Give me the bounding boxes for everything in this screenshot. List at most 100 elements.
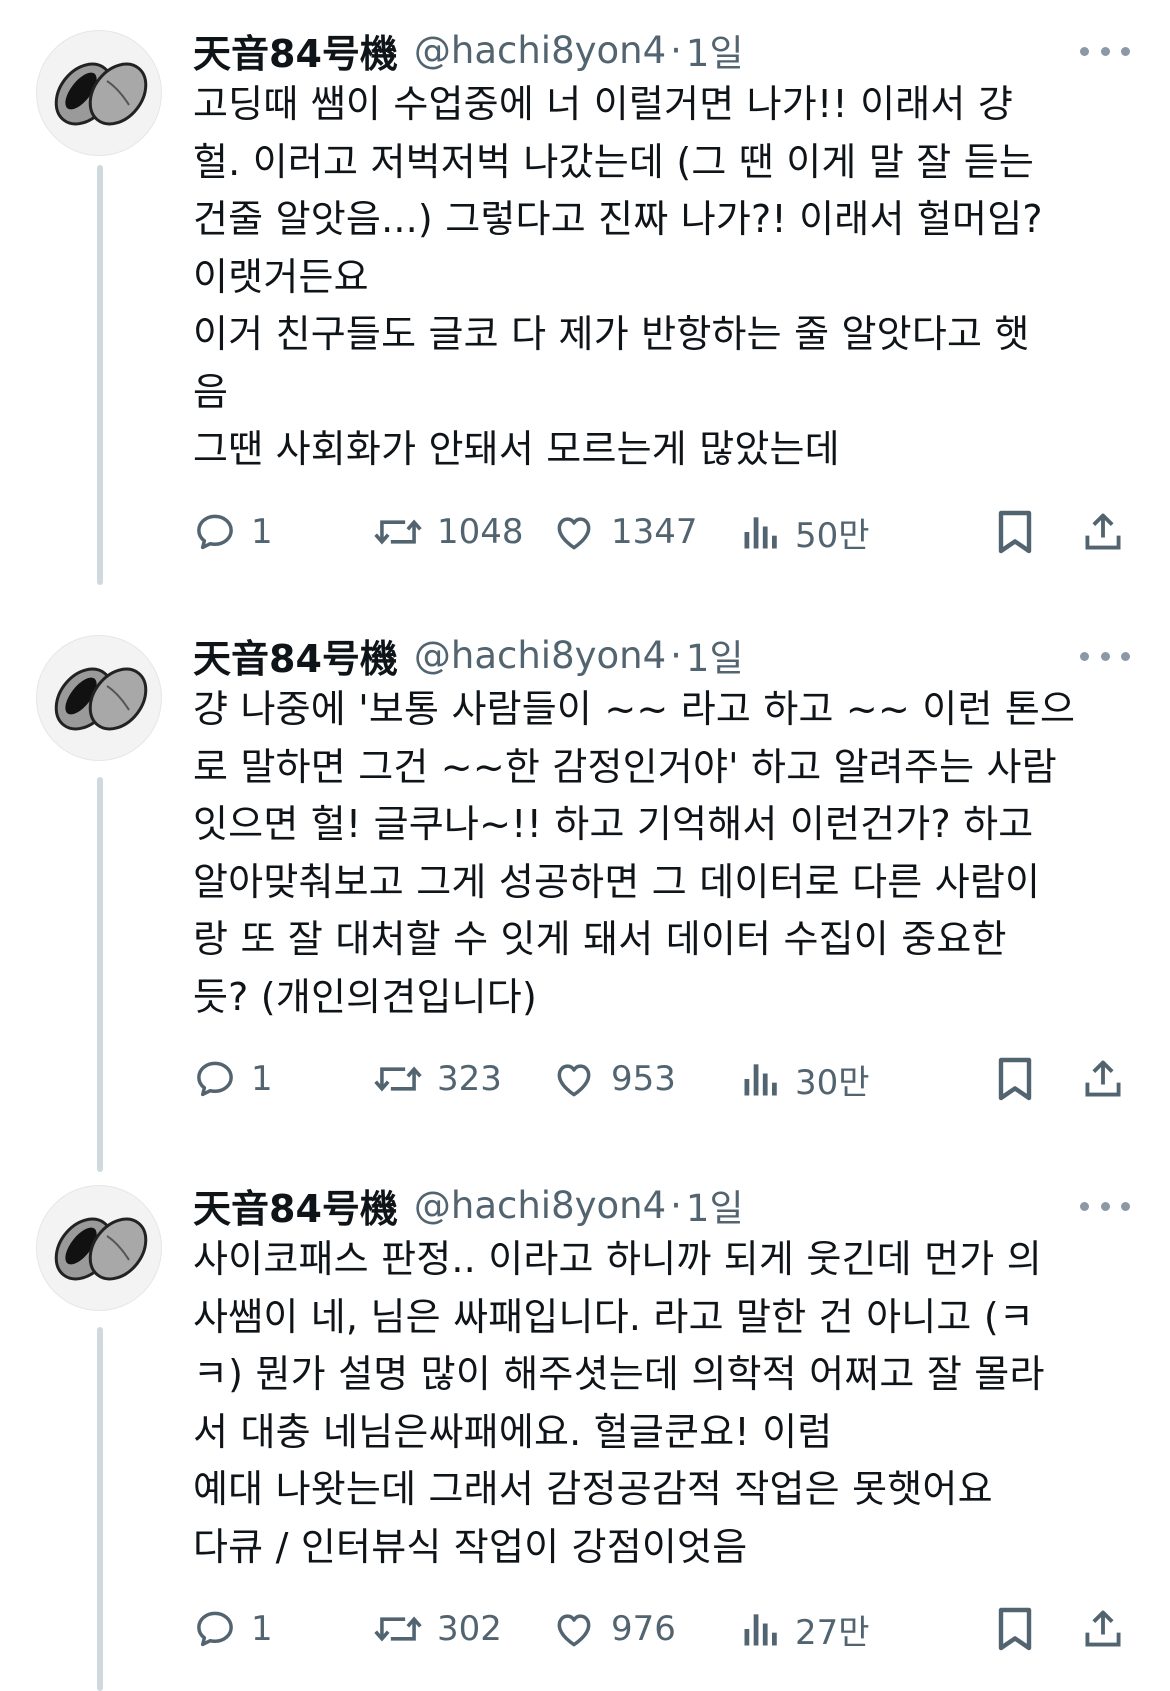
- tweet-text: 걍 나중에 '보통 사람들이 ~~ 라고 하고 ~~ 이런 톤으 로 말하면 그…: [193, 681, 1123, 1026]
- reply-count: 1: [251, 512, 273, 552]
- tweet[interactable]: 天音84号機 @hachi8yon4 · 1일 고딩때 쌤이 수업중에 너 이럴…: [0, 0, 1170, 585]
- separator-dot: ·: [670, 1183, 682, 1227]
- thread-connector: [97, 777, 103, 1172]
- repost-icon: [374, 1066, 422, 1092]
- tweet-header: 天音84号機 @hachi8yon4 · 1일: [193, 1177, 744, 1233]
- author-name[interactable]: 天音84号機: [193, 628, 398, 683]
- like-button[interactable]: 953: [551, 1049, 676, 1109]
- action-bar: 1 1048 1347 50만: [193, 502, 1133, 562]
- views-icon: [744, 517, 777, 549]
- thread-connector: [97, 165, 103, 585]
- repost-button[interactable]: 1048: [373, 502, 524, 562]
- timestamp[interactable]: 1일: [686, 628, 744, 682]
- like-icon: [557, 517, 591, 550]
- text-line: 사이코패스 판정.. 이라고 하니까 되게 웃긴데 먼가 의: [193, 1237, 1042, 1281]
- reply-button[interactable]: 1: [193, 1049, 273, 1109]
- view-count: 27만: [795, 1612, 870, 1653]
- separator-dot: ·: [670, 28, 682, 72]
- text-line: 음: [193, 369, 229, 414]
- bookmark-button[interactable]: [995, 1049, 1035, 1109]
- tweet-header: 天音84号機 @hachi8yon4 · 1일: [193, 22, 744, 78]
- action-bar: 1 323 953 30만: [193, 1049, 1133, 1109]
- timestamp[interactable]: 1일: [686, 23, 744, 77]
- repost-icon: [374, 519, 422, 545]
- author-handle[interactable]: @hachi8yon4: [414, 1184, 666, 1227]
- thread-connector: [97, 1327, 103, 1691]
- like-count: 976: [611, 1609, 676, 1649]
- timestamp[interactable]: 1일: [686, 1178, 744, 1232]
- text-line: 랑 또 잘 대처할 수 잇게 돼서 데이터 수집이 중요한: [193, 917, 1007, 961]
- thread: 天音84号機 @hachi8yon4 · 1일 고딩때 쌤이 수업중에 너 이럴…: [0, 0, 1170, 1691]
- bookmark-button[interactable]: [995, 502, 1035, 562]
- reply-button[interactable]: 1: [193, 502, 273, 562]
- share-icon: [1085, 513, 1121, 550]
- text-line: ㅋ) 뭔가 설명 많이 해주셧는데 의학적 어쩌고 잘 몰라: [193, 1352, 1045, 1396]
- bookmark-icon: [998, 1607, 1032, 1651]
- tweet-header: 天音84号機 @hachi8yon4 · 1일: [193, 627, 744, 683]
- like-button[interactable]: 976: [551, 1599, 676, 1659]
- tweet-text: 사이코패스 판정.. 이라고 하니까 되게 웃긴데 먼가 의 사쌤이 네, 님은…: [193, 1231, 1123, 1576]
- author-handle[interactable]: @hachi8yon4: [414, 29, 666, 72]
- text-line: 잇으면 헐! 글쿠나~!! 하고 기억해서 이런건가? 하고: [193, 802, 1034, 846]
- repost-icon: [374, 1616, 422, 1642]
- like-count: 1347: [611, 512, 698, 552]
- text-line: 건줄 알앗음...) 그렇다고 진짜 나가?! 이래서 헐머임?: [193, 197, 1043, 241]
- text-line: 서 대충 네님은싸패에요. 헐글쿤요! 이럼: [193, 1409, 833, 1454]
- reply-icon: [197, 514, 233, 550]
- text-line: 사쌤이 네, 님은 싸패입니다. 라고 말한 건 아니고 (ㅋ: [193, 1294, 1035, 1339]
- text-line: 그땐 사회화가 안돼서 모르는게 많았는데: [193, 427, 840, 471]
- share-button[interactable]: [1081, 1599, 1125, 1659]
- views-button[interactable]: 27만: [741, 1599, 870, 1659]
- reply-icon: [197, 1611, 233, 1647]
- like-count: 953: [611, 1059, 676, 1099]
- reply-count: 1: [251, 1059, 273, 1099]
- text-line: 고딩때 쌤이 수업중에 너 이럴거면 나가!! 이래서 걍: [193, 82, 1014, 126]
- share-icon: [1085, 1060, 1121, 1097]
- views-button[interactable]: 50만: [741, 502, 870, 562]
- tweet[interactable]: 天音84号機 @hachi8yon4 · 1일 사이코패스 판정.. 이라고 하…: [0, 1155, 1170, 1691]
- share-button[interactable]: [1081, 502, 1125, 562]
- text-line: 듯? (개인의견입니다): [193, 974, 537, 1019]
- text-line: 알아맞춰보고 그게 성공하면 그 데이터로 다른 사람이: [193, 859, 1041, 904]
- repost-count: 302: [437, 1609, 502, 1649]
- reply-icon: [197, 1061, 233, 1097]
- bookmark-button[interactable]: [995, 1599, 1035, 1659]
- text-line: 다큐 / 인터뷰식 작업이 강점이엇음: [193, 1524, 748, 1569]
- reply-count: 1: [251, 1609, 273, 1649]
- bookmark-icon: [998, 510, 1032, 554]
- reply-button[interactable]: 1: [193, 1599, 273, 1659]
- text-line: 헐. 이러고 저벅저벅 나갔는데 (그 땐 이게 말 잘 듣는: [193, 139, 1035, 184]
- more-icon[interactable]: [1080, 1191, 1130, 1221]
- views-icon: [744, 1064, 777, 1096]
- repost-button[interactable]: 302: [373, 1599, 502, 1659]
- repost-button[interactable]: 323: [373, 1049, 502, 1109]
- text-line: 이랫거든요: [193, 254, 369, 299]
- author-name[interactable]: 天音84号機: [193, 23, 398, 78]
- action-bar: 1 302 976 27만: [193, 1599, 1133, 1659]
- tweet[interactable]: 天音84号機 @hachi8yon4 · 1일 걍 나중에 '보통 사람들이 ~…: [0, 605, 1170, 1172]
- share-button[interactable]: [1081, 1049, 1125, 1109]
- more-icon[interactable]: [1080, 641, 1130, 671]
- author-name[interactable]: 天音84号機: [193, 1178, 398, 1233]
- separator-dot: ·: [670, 633, 682, 677]
- avatar[interactable]: [36, 1185, 162, 1311]
- views-button[interactable]: 30만: [741, 1049, 870, 1109]
- bookmark-icon: [998, 1057, 1032, 1101]
- avatar[interactable]: [36, 30, 162, 156]
- like-button[interactable]: 1347: [551, 502, 698, 562]
- author-handle[interactable]: @hachi8yon4: [414, 634, 666, 677]
- text-line: 예대 나왓는데 그래서 감정공감적 작업은 못햇어요: [193, 1467, 993, 1511]
- avatar[interactable]: [36, 635, 162, 761]
- more-icon[interactable]: [1080, 36, 1130, 66]
- views-icon: [744, 1614, 777, 1646]
- repost-count: 1048: [437, 512, 524, 552]
- tweet-text: 고딩때 쌤이 수업중에 너 이럴거면 나가!! 이래서 걍 헐. 이러고 저벅저…: [193, 76, 1123, 479]
- view-count: 30만: [795, 1062, 870, 1103]
- like-icon: [557, 1614, 591, 1647]
- text-line: 걍 나중에 '보통 사람들이 ~~ 라고 하고 ~~ 이런 톤으: [193, 687, 1076, 731]
- like-icon: [557, 1064, 591, 1097]
- repost-count: 323: [437, 1059, 502, 1099]
- text-line: 이거 친구들도 글코 다 제가 반항하는 줄 알앗다고 햇: [193, 312, 1030, 356]
- text-line: 로 말하면 그건 ~~한 감정인거야' 하고 알려주는 사람: [193, 744, 1057, 789]
- view-count: 50만: [795, 515, 870, 556]
